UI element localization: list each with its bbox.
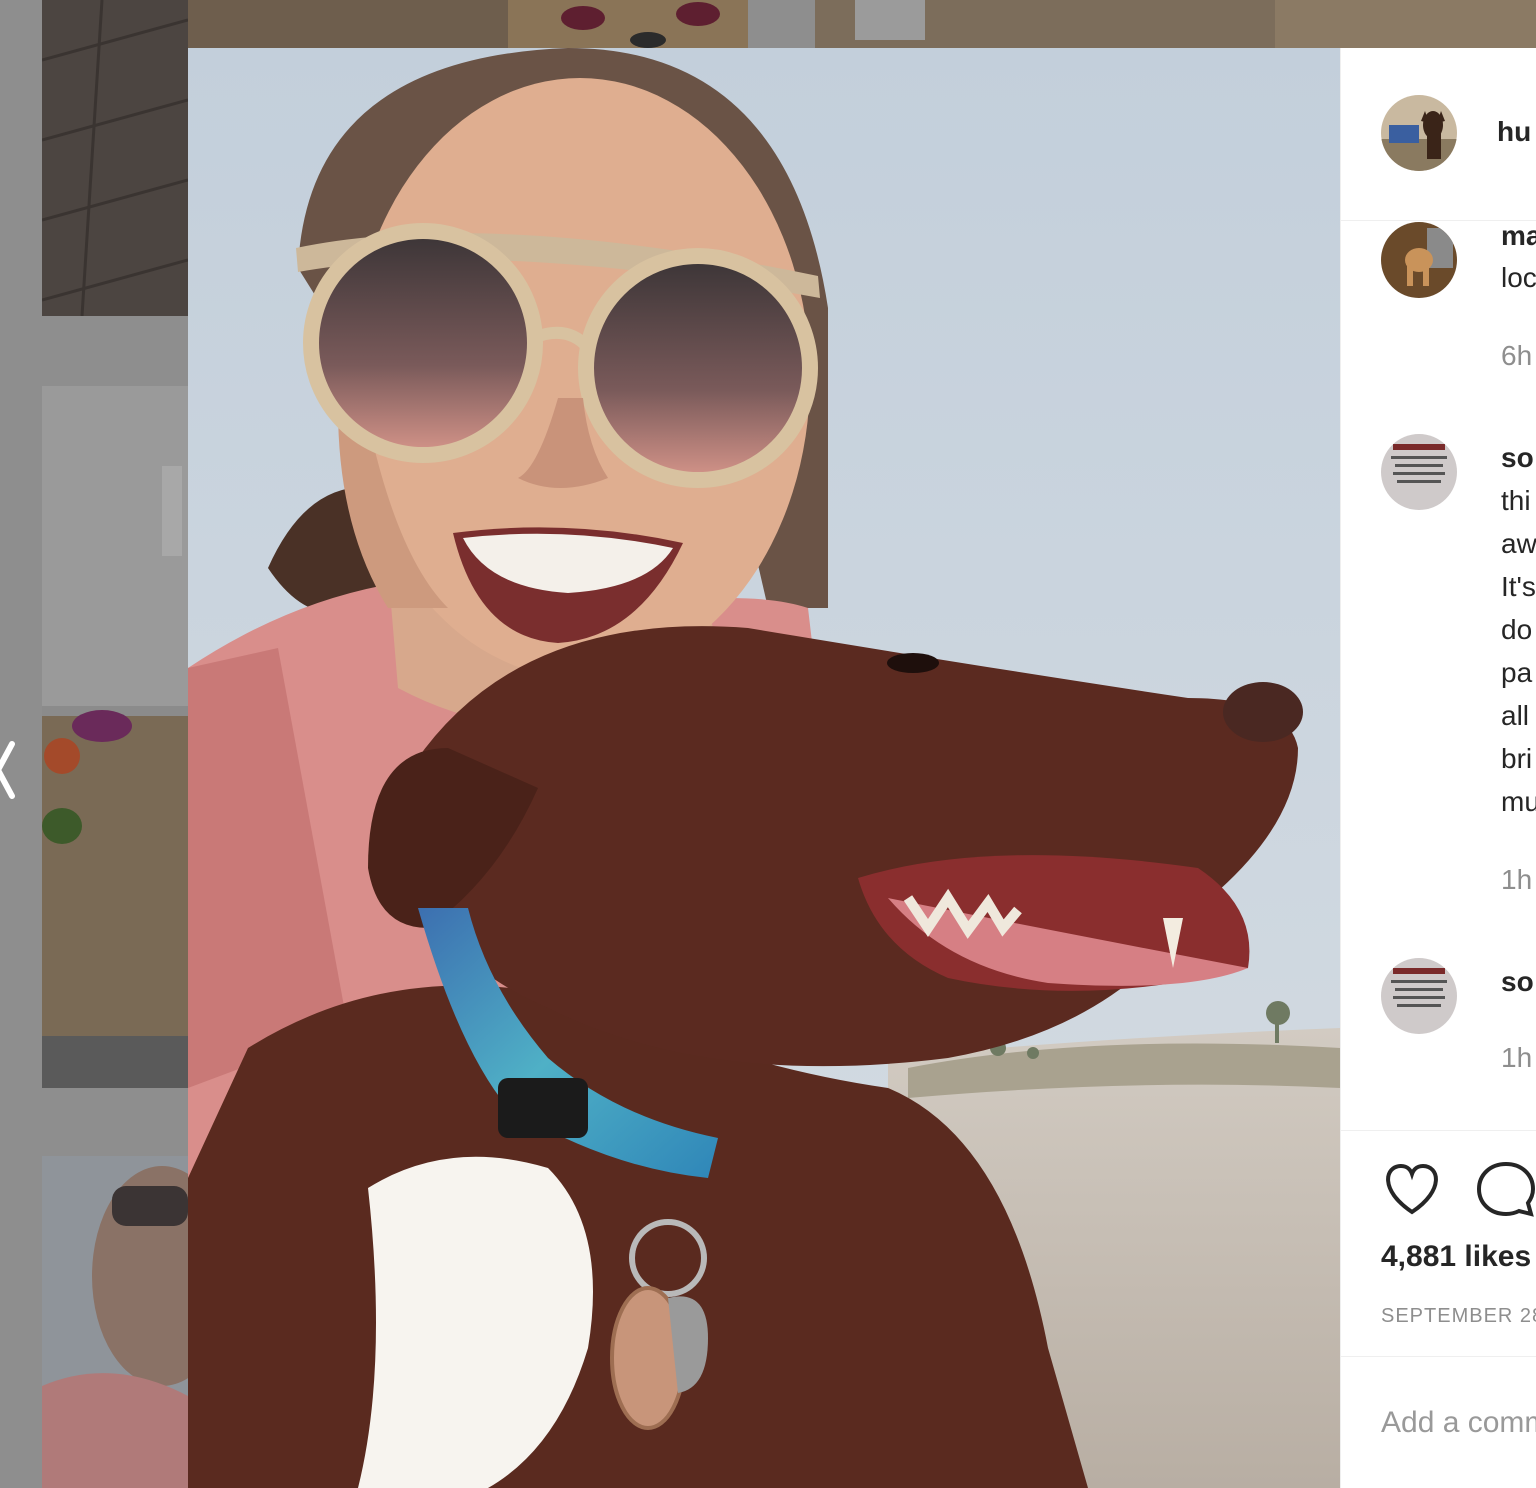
comment-text-line: bri xyxy=(1501,743,1533,774)
selfie-with-dog-illustration xyxy=(188,48,1340,1488)
grid-thumbnail-5[interactable] xyxy=(42,1156,188,1488)
comment-text-line: loc xyxy=(1501,262,1536,293)
comment-timestamp[interactable]: 1h xyxy=(1501,1042,1532,1074)
comment-username[interactable]: so xyxy=(1501,966,1534,998)
commenter-avatar[interactable] xyxy=(1381,958,1457,1034)
post-date[interactable]: SEPTEMBER 28 xyxy=(1381,1305,1536,1328)
add-comment-input[interactable]: Add a comment... xyxy=(1381,1406,1536,1440)
actions-divider xyxy=(1341,1130,1536,1131)
post-header: hu xyxy=(1341,48,1536,221)
post-modal: hu ma loc 6h so xyxy=(188,48,1536,1488)
likes-count[interactable]: 4,881 likes xyxy=(1381,1240,1531,1274)
dog-avatar-icon xyxy=(1381,95,1457,171)
commenter-avatar[interactable] xyxy=(1381,222,1457,298)
dog-avatar-icon xyxy=(1381,222,1457,298)
grid-thumbnail-4[interactable] xyxy=(42,386,188,1088)
comment-text-line: do xyxy=(1501,614,1533,645)
chevron-left-icon[interactable] xyxy=(0,738,16,802)
comment-username[interactable]: ma xyxy=(1501,220,1536,252)
comment-text-line: mu xyxy=(1501,786,1536,817)
comment-text-line: aw xyxy=(1501,528,1536,559)
heart-icon[interactable] xyxy=(1381,1158,1443,1220)
comment-timestamp[interactable]: 1h xyxy=(1501,864,1532,896)
add-comment-divider xyxy=(1341,1356,1536,1357)
grid-thumbnail-2[interactable] xyxy=(188,0,748,48)
post-photo[interactable] xyxy=(188,48,1340,1488)
post-sidebar: hu ma loc 6h so xyxy=(1340,48,1536,1488)
comment-text-line: pa xyxy=(1501,657,1533,688)
comment-username[interactable]: so xyxy=(1501,442,1534,474)
comment-timestamp[interactable]: 6h xyxy=(1501,340,1532,372)
comment-bubble-icon[interactable] xyxy=(1475,1158,1536,1220)
grid-thumbnail-1[interactable] xyxy=(42,0,188,316)
commenter-avatar[interactable] xyxy=(1381,434,1457,510)
penser-sign-avatar-icon xyxy=(1381,434,1457,510)
penser-sign-avatar-icon xyxy=(1381,958,1457,1034)
comment-text-line: all xyxy=(1501,700,1530,731)
author-username[interactable]: hu xyxy=(1497,116,1531,148)
author-avatar[interactable] xyxy=(1381,95,1457,171)
comment-text-line: It's xyxy=(1501,571,1536,602)
grid-thumbnail-3[interactable] xyxy=(815,0,1536,48)
comment-text-line: thi xyxy=(1501,485,1531,516)
